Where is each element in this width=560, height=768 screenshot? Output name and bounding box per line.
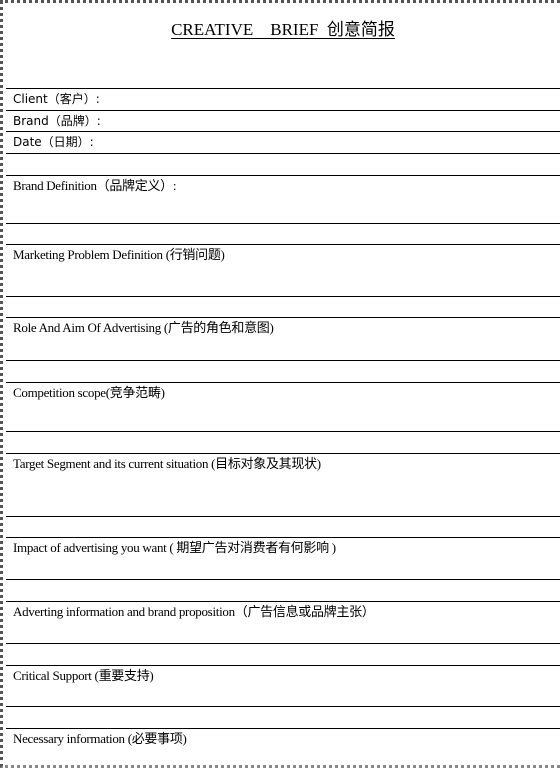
brand-field[interactable]: Brand（品牌）: bbox=[6, 111, 560, 131]
section-label: Brand Definition（品牌定义）: bbox=[13, 178, 177, 193]
section-target-segment[interactable]: Target Segment and its current situation… bbox=[6, 454, 560, 516]
section-label: Impact of advertising you want ( 期望广告对消费… bbox=[13, 540, 336, 555]
blank-row[interactable] bbox=[6, 154, 560, 175]
section-brand-definition[interactable]: Brand Definition（品牌定义）: bbox=[6, 176, 560, 223]
row-divider bbox=[6, 431, 560, 432]
date-field[interactable]: Date（日期）: bbox=[6, 132, 560, 153]
row-divider bbox=[6, 706, 560, 707]
document-title: CREATIVE BRIEF 创意简报 bbox=[3, 15, 560, 40]
document-title-text: CREATIVE BRIEF 创意简报 bbox=[171, 20, 395, 39]
creative-brief-form: CREATIVE BRIEF 创意简报 Client（客户）: Brand（品牌… bbox=[0, 0, 560, 768]
section-brand-proposition[interactable]: Adverting information and brand proposit… bbox=[6, 602, 560, 643]
section-role-and-aim[interactable]: Role And Aim Of Advertising (广告的角色和意图) bbox=[6, 318, 560, 360]
row-divider bbox=[6, 296, 560, 297]
row-divider bbox=[6, 360, 560, 361]
section-competition-scope[interactable]: Competition scope(竞争范畴) bbox=[6, 383, 560, 431]
row-divider bbox=[6, 643, 560, 644]
section-advertising-impact[interactable]: Impact of advertising you want ( 期望广告对消费… bbox=[6, 538, 560, 579]
client-field[interactable]: Client（客户）: bbox=[6, 89, 560, 110]
section-critical-support[interactable]: Critical Support (重要支持) bbox=[6, 666, 560, 706]
brand-label: Brand（品牌）: bbox=[13, 114, 101, 128]
section-necessary-information[interactable]: Necessary information (必要事项) bbox=[6, 729, 560, 768]
section-label: Competition scope(竞争范畴) bbox=[13, 385, 165, 400]
section-marketing-problem[interactable]: Marketing Problem Definition (行销问题) bbox=[6, 245, 560, 296]
date-label: Date（日期）: bbox=[13, 135, 94, 149]
row-divider bbox=[6, 516, 560, 517]
row-divider bbox=[6, 579, 560, 580]
section-label: Adverting information and brand proposit… bbox=[13, 604, 375, 619]
section-label: Necessary information (必要事项) bbox=[13, 731, 187, 746]
section-label: Critical Support (重要支持) bbox=[13, 668, 154, 683]
section-label: Role And Aim Of Advertising (广告的角色和意图) bbox=[13, 320, 274, 335]
client-label: Client（客户）: bbox=[13, 92, 100, 106]
section-label: Marketing Problem Definition (行销问题) bbox=[13, 247, 225, 262]
row-divider bbox=[6, 223, 560, 224]
section-label: Target Segment and its current situation… bbox=[13, 456, 321, 471]
